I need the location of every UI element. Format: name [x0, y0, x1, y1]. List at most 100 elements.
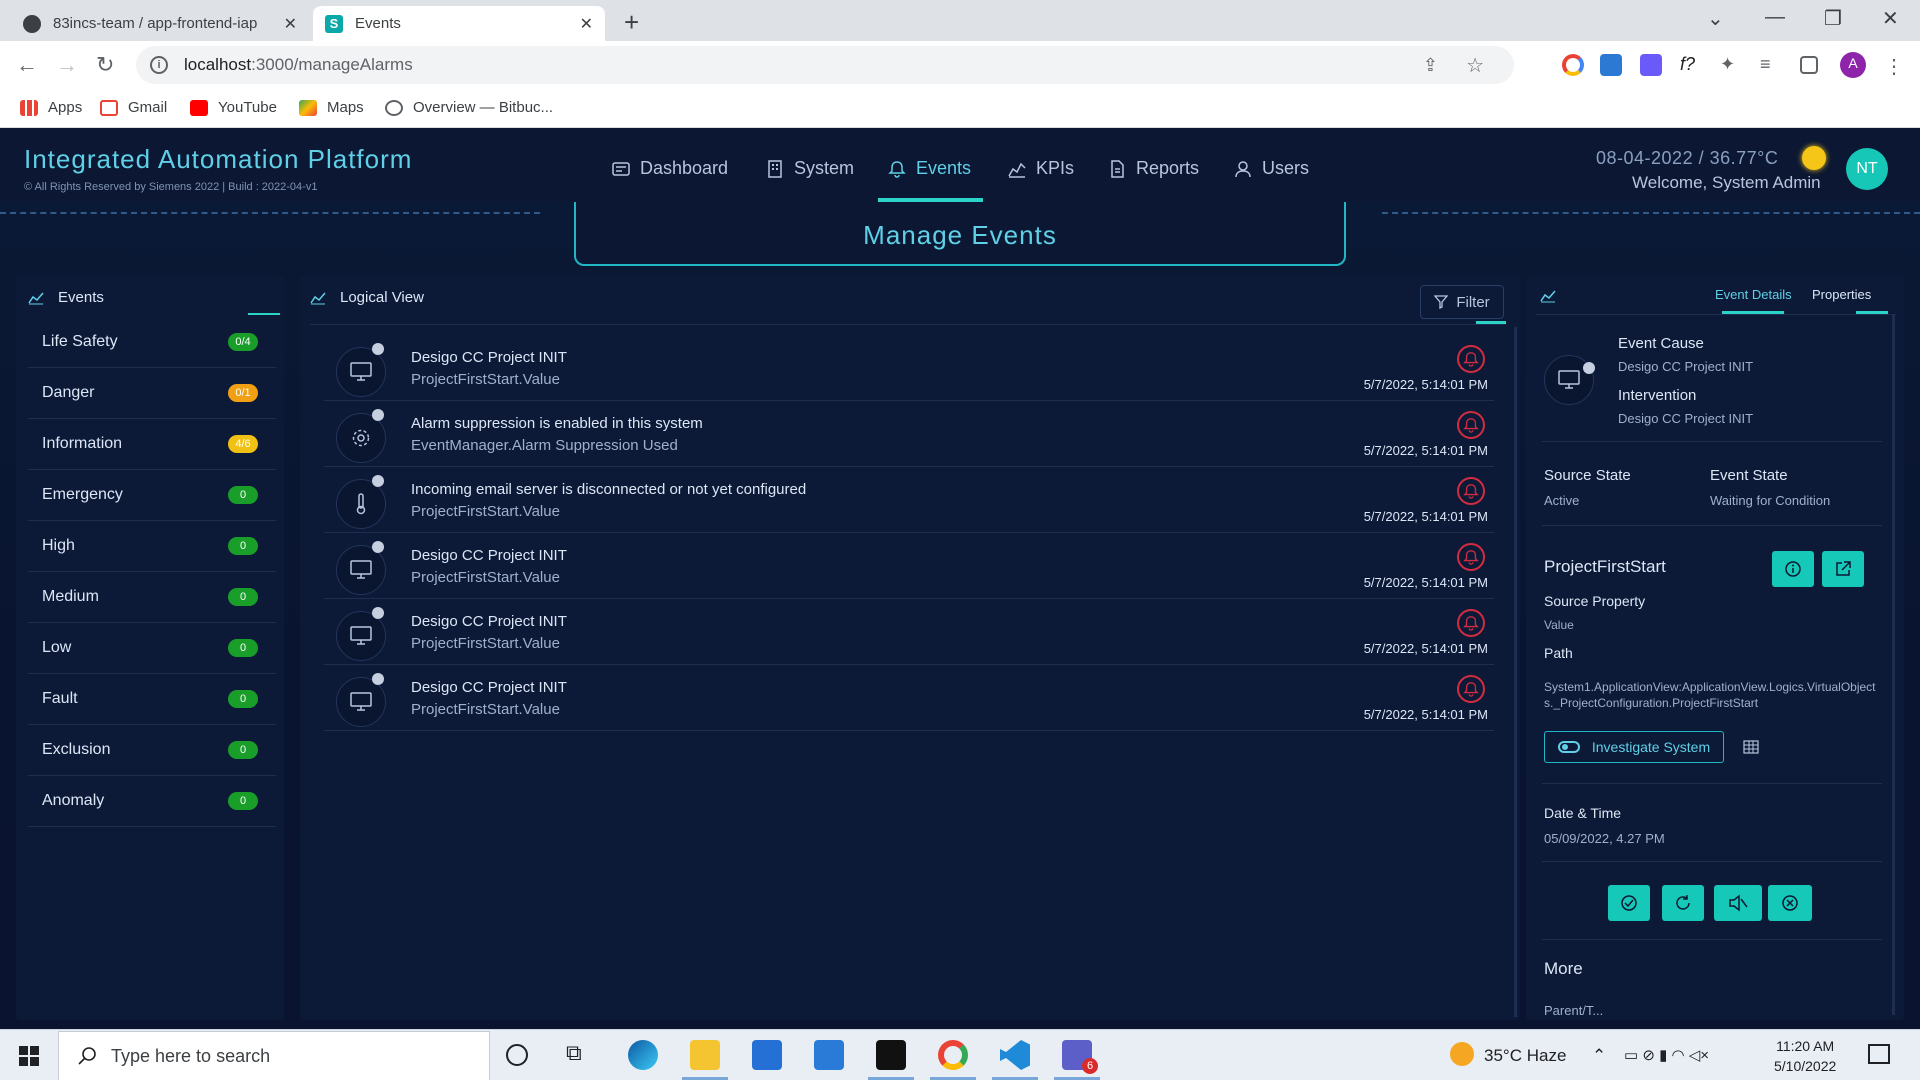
event-category-item[interactable]: High 0	[28, 521, 276, 572]
event-list-item[interactable]: Desigo CC Project INIT ProjectFirstStart.…	[324, 533, 1494, 599]
investigate-system-button[interactable]: Investigate System	[1544, 731, 1724, 763]
weather-icon[interactable]	[1450, 1042, 1474, 1066]
notifications-icon[interactable]	[1868, 1044, 1890, 1064]
terminal-icon[interactable]	[876, 1040, 906, 1070]
menu-label: KPIs	[1036, 158, 1075, 178]
bookmark-maps[interactable]: Maps	[299, 99, 364, 116]
user-avatar[interactable]: NT	[1846, 148, 1888, 190]
minimize-icon[interactable]: —	[1765, 6, 1785, 29]
close-event-button[interactable]	[1768, 885, 1812, 921]
system-clock[interactable]: 11:20 AM 5/10/2022	[1774, 1036, 1836, 1076]
chrome-icon[interactable]	[938, 1040, 968, 1070]
profile-avatar[interactable]: A	[1840, 52, 1866, 78]
event-type-icon	[1544, 355, 1595, 405]
bookmark-youtube[interactable]: YouTube	[190, 99, 277, 116]
events-category-panel: Events Life Safety 0/4 Danger 0/1 Informatio…	[16, 275, 284, 1020]
maximize-icon[interactable]: ❐	[1824, 6, 1842, 31]
browser-tab-1[interactable]: 83incs-team / app-frontend-iap ✕	[11, 6, 309, 41]
menu-reports[interactable]: Reports	[1108, 158, 1199, 179]
extension-formula-icon[interactable]: f?	[1680, 54, 1702, 76]
details-scrollbar[interactable]	[1892, 315, 1895, 1015]
event-category-item[interactable]: Danger 0/1	[28, 368, 276, 419]
bookmark-apps[interactable]: Apps	[20, 99, 82, 116]
table-view-button[interactable]	[1734, 731, 1768, 763]
bookmark-gmail[interactable]: Gmail	[100, 99, 167, 116]
tab-event-details[interactable]: Event Details	[1715, 287, 1792, 302]
extension-color-icon[interactable]	[1562, 54, 1584, 76]
site-info-icon[interactable]: i	[150, 56, 168, 74]
tab-search-icon[interactable]: ⌄	[1707, 6, 1724, 31]
alarm-button[interactable]	[1457, 675, 1485, 703]
menu-events[interactable]: Events	[888, 158, 971, 179]
event-title: Desigo CC Project INIT	[411, 547, 567, 564]
event-category-item[interactable]: Medium 0	[28, 572, 276, 623]
menu-kpis[interactable]: KPIs	[1008, 158, 1074, 179]
show-hidden-icons[interactable]: ⌃	[1592, 1046, 1606, 1066]
side-panel-icon[interactable]	[1800, 56, 1818, 74]
acknowledge-button[interactable]	[1608, 885, 1650, 921]
silence-button[interactable]	[1714, 885, 1762, 921]
event-category-item[interactable]: Low 0	[28, 623, 276, 674]
close-window-icon[interactable]: ✕	[1882, 6, 1899, 31]
bookmark-bitbucket[interactable]: Overview — Bitbuc...	[385, 99, 553, 116]
taskbar-search-box[interactable]: Type here to search	[58, 1031, 490, 1080]
store-icon[interactable]	[752, 1040, 782, 1070]
bookmarks-bar: Apps Gmail YouTube Maps Overview — Bitbu…	[0, 91, 1920, 128]
menu-system[interactable]: System	[766, 158, 854, 179]
vscode-icon[interactable]	[1000, 1040, 1030, 1070]
mail-icon[interactable]	[814, 1040, 844, 1070]
event-list-item[interactable]: Desigo CC Project INIT ProjectFirstStart.…	[324, 599, 1494, 665]
tab-properties[interactable]: Properties	[1812, 287, 1871, 302]
event-list-item[interactable]: Desigo CC Project INIT ProjectFirstStart.…	[324, 665, 1494, 731]
menu-users[interactable]: Users	[1234, 158, 1309, 179]
windows-start-icon[interactable]	[18, 1045, 40, 1067]
event-category-item[interactable]: Information 4/6	[28, 419, 276, 470]
event-list-item[interactable]: Incoming email server is disconnected or…	[324, 467, 1494, 533]
alarm-button[interactable]	[1457, 345, 1485, 373]
tray-icons[interactable]: ▭ ⊘ ▮ ◠ ◁×	[1624, 1046, 1709, 1064]
alarm-button[interactable]	[1457, 477, 1485, 505]
reading-list-icon[interactable]: ≡	[1760, 54, 1782, 76]
close-tab-icon[interactable]: ✕	[580, 14, 593, 34]
category-count-badge: 0	[228, 486, 258, 504]
browser-tab-2[interactable]: S Events ✕	[313, 6, 605, 41]
category-count-badge: 4/6	[228, 435, 258, 453]
back-icon[interactable]: ←	[16, 52, 38, 78]
bookmark-star-icon[interactable]: ☆	[1466, 53, 1484, 78]
alarm-button[interactable]	[1457, 609, 1485, 637]
close-tab-icon[interactable]: ✕	[284, 14, 297, 34]
info-button[interactable]	[1772, 551, 1814, 587]
file-explorer-icon[interactable]	[690, 1040, 720, 1070]
extension-pen-icon[interactable]	[1600, 54, 1622, 76]
reset-button[interactable]	[1662, 885, 1704, 921]
share-icon[interactable]: ⇪	[1423, 55, 1438, 76]
event-category-item[interactable]: Anomaly 0	[28, 776, 276, 827]
event-category-item[interactable]: Fault 0	[28, 674, 276, 725]
cortana-icon[interactable]	[506, 1044, 528, 1066]
reload-icon[interactable]: ↻	[96, 52, 114, 78]
event-category-item[interactable]: Life Safety 0/4	[28, 317, 276, 368]
open-external-button[interactable]	[1822, 551, 1864, 587]
logical-view-scrollbar[interactable]	[1514, 327, 1517, 1017]
extensions-puzzle-icon[interactable]: ✦	[1720, 54, 1742, 76]
object-name: ProjectFirstStart	[1544, 557, 1666, 576]
address-bar[interactable]: i localhost:3000/manageAlarms ⇪ ☆	[136, 46, 1514, 84]
edge-icon[interactable]	[628, 1040, 658, 1070]
category-label: Medium	[42, 588, 99, 605]
task-view-icon[interactable]: ⧉	[566, 1040, 596, 1070]
event-list-item[interactable]: Alarm suppression is enabled in this sys…	[324, 401, 1494, 467]
alarm-button[interactable]	[1457, 411, 1485, 439]
filter-button[interactable]: Filter	[1420, 285, 1504, 319]
forward-icon[interactable]: →	[56, 52, 78, 78]
event-category-item[interactable]: Exclusion 0	[28, 725, 276, 776]
weather-text[interactable]: 35°C Haze	[1484, 1046, 1566, 1066]
new-tab-icon[interactable]: +	[624, 7, 639, 38]
extension-square-icon[interactable]	[1640, 54, 1662, 76]
menu-dashboard[interactable]: Dashboard	[612, 158, 728, 179]
browser-menu-icon[interactable]: ⋮	[1884, 54, 1906, 78]
event-cause-label: Event Cause	[1618, 335, 1704, 352]
event-list-item[interactable]: Desigo CC Project INIT ProjectFirstStart.…	[324, 335, 1494, 401]
event-category-item[interactable]: Emergency 0	[28, 470, 276, 521]
alarm-button[interactable]	[1457, 543, 1485, 571]
category-count-badge: 0	[228, 741, 258, 759]
